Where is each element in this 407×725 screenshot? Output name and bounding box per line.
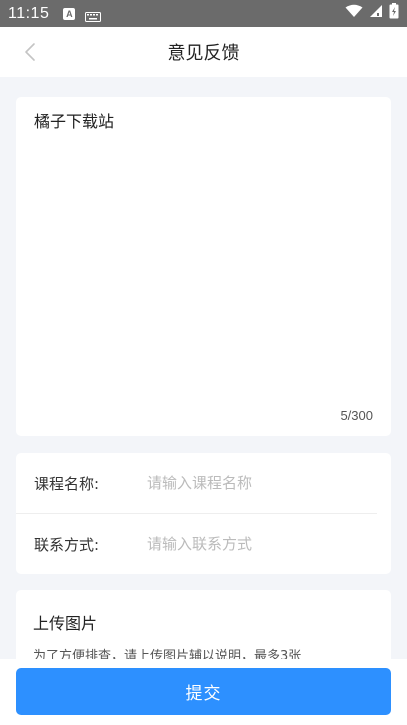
signal-icon (369, 4, 383, 23)
status-right-icons (345, 3, 399, 24)
chevron-left-icon (25, 43, 35, 61)
contact-input[interactable] (147, 535, 367, 553)
keyboard-icon (85, 9, 102, 22)
contact-label: 联系方式: (34, 535, 100, 554)
upload-title: 上传图片 (33, 614, 98, 633)
page-title: 意见反馈 (167, 43, 240, 64)
feedback-card: 5/300 (16, 97, 391, 436)
nav-bar: 意见反馈 (0, 27, 407, 77)
back-button[interactable] (18, 40, 42, 64)
contact-form-card: 课程名称: 联系方式: (16, 453, 391, 574)
text-a-icon: A (63, 7, 76, 20)
bottom-bar: 提交 (0, 659, 407, 725)
course-name-input[interactable] (147, 474, 367, 492)
course-name-label: 课程名称: (34, 474, 100, 493)
battery-icon (389, 3, 399, 24)
status-time: 11:15 (8, 4, 50, 22)
wifi-icon (345, 4, 363, 23)
course-name-row: 课程名称: (16, 453, 391, 513)
char-count: 5/300 (340, 408, 373, 423)
feedback-textarea[interactable] (34, 111, 374, 391)
contact-row: 联系方式: (16, 514, 391, 574)
submit-button[interactable]: 提交 (16, 668, 391, 715)
status-bar: 11:15 A (0, 0, 407, 27)
